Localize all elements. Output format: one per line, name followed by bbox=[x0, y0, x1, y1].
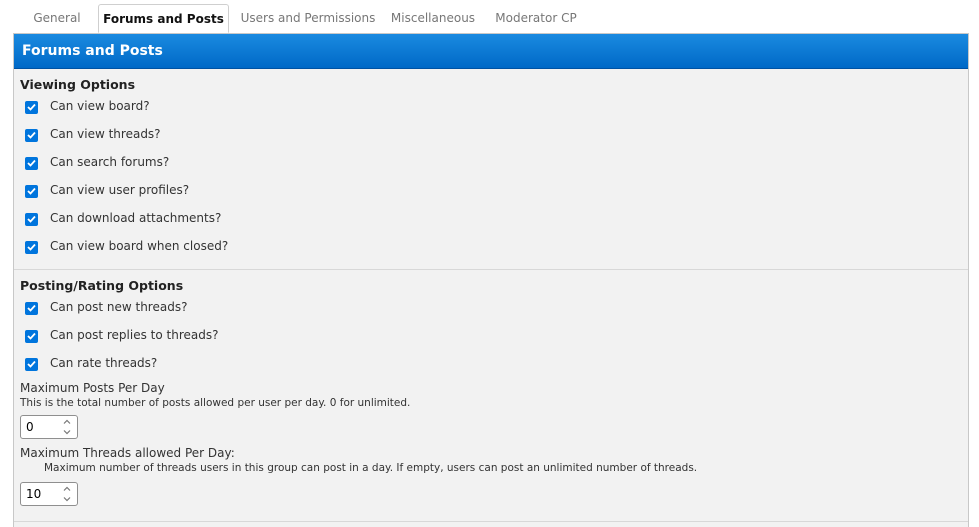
max-threads-stepper[interactable] bbox=[61, 486, 73, 502]
max-threads-input[interactable]: 10 bbox=[20, 482, 78, 506]
checkmark-icon bbox=[27, 187, 36, 195]
checkmark-icon bbox=[27, 159, 36, 167]
option-can-view-threads[interactable]: Can view threads? bbox=[20, 121, 968, 149]
tab-forums-and-posts[interactable]: Forums and Posts bbox=[98, 4, 229, 33]
checkbox-can-rate-threads[interactable] bbox=[25, 357, 38, 371]
chevron-up-icon[interactable] bbox=[63, 486, 71, 491]
checkbox-can-post-new-threads[interactable] bbox=[25, 301, 38, 315]
posting-rating-options-section: Posting/Rating Options Can post new thre… bbox=[14, 270, 968, 522]
max-posts-label: Maximum Posts Per Day bbox=[20, 381, 165, 395]
option-can-rate-threads[interactable]: Can rate threads? bbox=[20, 350, 968, 378]
checkbox-can-view-user-profiles[interactable] bbox=[25, 184, 38, 198]
max-posts-value: 0 bbox=[26, 420, 34, 434]
max-threads-value: 10 bbox=[26, 487, 42, 501]
viewing-options-title: Viewing Options bbox=[20, 77, 136, 92]
max-threads-label: Maximum Threads allowed Per Day: bbox=[20, 446, 235, 460]
checkmark-icon bbox=[27, 304, 36, 312]
checkmark-icon bbox=[27, 103, 36, 111]
label-can-view-threads: Can view threads? bbox=[50, 126, 161, 141]
option-can-view-user-profiles[interactable]: Can view user profiles? bbox=[20, 177, 968, 205]
tab-users-and-permissions[interactable]: Users and Permissions bbox=[237, 5, 379, 31]
panel-title: Forums and Posts bbox=[14, 34, 968, 69]
checkbox-can-download-attachments[interactable] bbox=[25, 212, 38, 226]
option-can-post-new-threads[interactable]: Can post new threads? bbox=[20, 294, 968, 322]
max-threads-description: Maximum number of threads users in this … bbox=[44, 462, 698, 474]
label-can-post-new-threads: Can post new threads? bbox=[50, 299, 188, 314]
tab-miscellaneous[interactable]: Miscellaneous bbox=[387, 5, 479, 31]
max-posts-input[interactable]: 0 bbox=[20, 415, 78, 439]
option-can-view-board-when-closed[interactable]: Can view board when closed? bbox=[20, 233, 968, 261]
tab-bar: General Forums and Posts Users and Permi… bbox=[0, 0, 979, 33]
label-can-download-attachments: Can download attachments? bbox=[50, 210, 222, 225]
label-can-post-replies: Can post replies to threads? bbox=[50, 327, 219, 342]
option-can-post-replies[interactable]: Can post replies to threads? bbox=[20, 322, 968, 350]
label-can-search-forums: Can search forums? bbox=[50, 154, 170, 169]
max-posts-stepper[interactable] bbox=[61, 419, 73, 435]
option-can-download-attachments[interactable]: Can download attachments? bbox=[20, 205, 968, 233]
forums-and-posts-panel: Forums and Posts Viewing Options Can vie… bbox=[13, 33, 969, 527]
tab-general[interactable]: General bbox=[24, 5, 90, 31]
option-can-search-forums[interactable]: Can search forums? bbox=[20, 149, 968, 177]
checkmark-icon bbox=[27, 215, 36, 223]
checkmark-icon bbox=[27, 360, 36, 368]
option-can-view-board[interactable]: Can view board? bbox=[20, 93, 968, 121]
chevron-down-icon[interactable] bbox=[63, 497, 71, 502]
checkbox-can-view-board[interactable] bbox=[25, 100, 38, 114]
max-threads-field: Maximum Threads allowed Per Day: Maximum… bbox=[20, 446, 968, 506]
checkmark-icon bbox=[27, 243, 36, 251]
chevron-down-icon[interactable] bbox=[63, 430, 71, 435]
max-posts-field: Maximum Posts Per Day This is the total … bbox=[20, 381, 968, 439]
chevron-up-icon[interactable] bbox=[63, 419, 71, 424]
label-can-rate-threads: Can rate threads? bbox=[50, 355, 158, 370]
label-can-view-board: Can view board? bbox=[50, 98, 150, 113]
label-can-view-user-profiles: Can view user profiles? bbox=[50, 182, 190, 197]
max-posts-description: This is the total number of posts allowe… bbox=[20, 397, 411, 409]
label-can-view-board-when-closed: Can view board when closed? bbox=[50, 238, 229, 253]
checkbox-can-search-forums[interactable] bbox=[25, 156, 38, 170]
checkmark-icon bbox=[27, 332, 36, 340]
checkbox-can-view-board-when-closed[interactable] bbox=[25, 240, 38, 254]
viewing-options-section: Viewing Options Can view board? Can view… bbox=[14, 69, 968, 270]
checkmark-icon bbox=[27, 131, 36, 139]
checkbox-can-view-threads[interactable] bbox=[25, 128, 38, 142]
posting-rating-options-title: Posting/Rating Options bbox=[20, 278, 184, 293]
checkbox-can-post-replies[interactable] bbox=[25, 329, 38, 343]
tab-moderator-cp[interactable]: Moderator CP bbox=[487, 5, 585, 31]
